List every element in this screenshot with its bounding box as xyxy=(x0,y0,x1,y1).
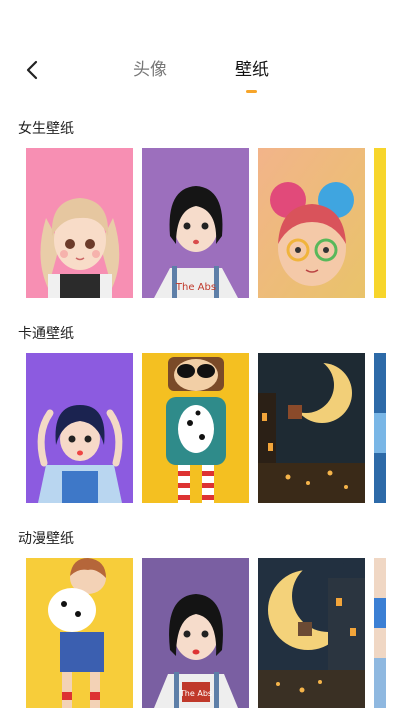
abs-text: The Abs xyxy=(179,689,212,698)
chevron-left-icon xyxy=(26,60,38,80)
tab-wallpaper[interactable]: 壁纸 xyxy=(235,58,269,82)
wallpaper-thumbnail[interactable] xyxy=(374,148,386,298)
wallpaper-row[interactable]: The Abs xyxy=(26,148,403,298)
abs-text: The Abs xyxy=(175,282,216,293)
wallpaper-thumbnail[interactable] xyxy=(258,558,365,708)
wallpaper-row[interactable]: The Abs xyxy=(26,558,403,708)
wallpaper-thumbnail[interactable] xyxy=(142,353,249,503)
section-title: 卡通壁纸 xyxy=(18,326,74,342)
tab-avatar[interactable]: 头像 xyxy=(133,58,167,82)
wallpaper-row[interactable] xyxy=(26,353,403,503)
wallpaper-thumbnail[interactable] xyxy=(26,558,133,708)
wallpaper-thumbnail[interactable] xyxy=(374,353,386,503)
section-title: 女生壁纸 xyxy=(18,121,74,137)
top-navigation: 头像 壁纸 xyxy=(0,0,403,104)
active-tab-indicator xyxy=(246,90,257,93)
wallpaper-thumbnail[interactable] xyxy=(374,558,386,708)
wallpaper-thumbnail[interactable]: The Abs xyxy=(142,558,249,708)
wallpaper-thumbnail[interactable] xyxy=(26,353,133,503)
wallpaper-thumbnail[interactable] xyxy=(26,148,133,298)
wallpaper-thumbnail[interactable] xyxy=(258,148,365,298)
wallpaper-thumbnail[interactable]: The Abs xyxy=(142,148,249,298)
wallpaper-thumbnail[interactable] xyxy=(258,353,365,503)
back-button[interactable] xyxy=(20,58,44,82)
section-title: 动漫壁纸 xyxy=(18,531,74,547)
